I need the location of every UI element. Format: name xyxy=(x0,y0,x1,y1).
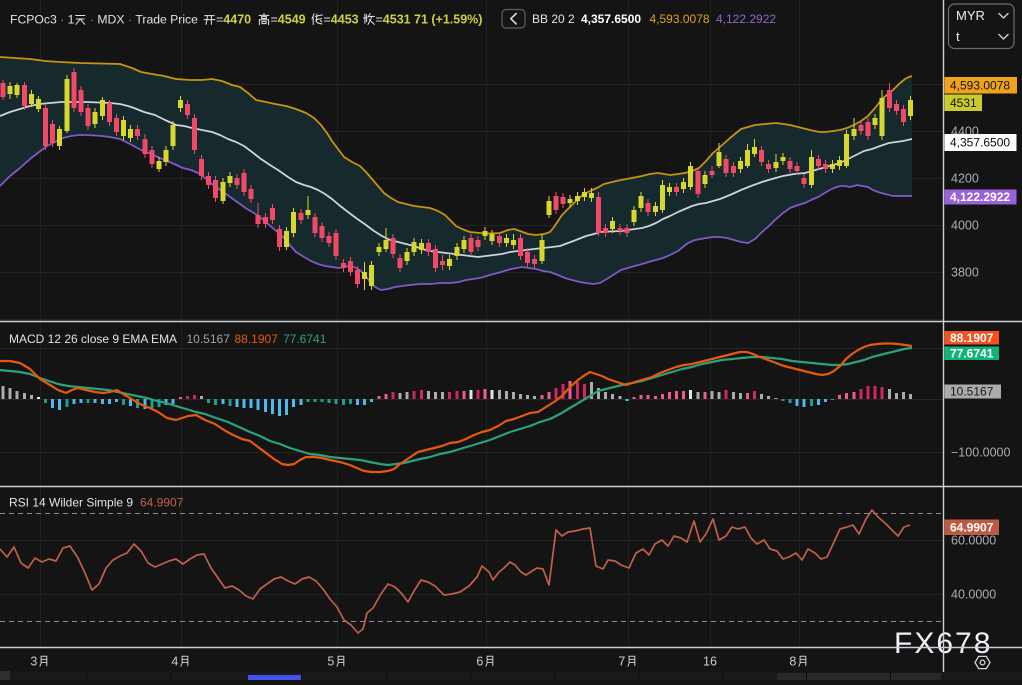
svg-text:88.1907: 88.1907 xyxy=(950,331,994,345)
svg-text:4,122.2922: 4,122.2922 xyxy=(950,190,1010,204)
svg-text:4470: 4470 xyxy=(223,12,251,26)
svg-text:7: 7 xyxy=(618,654,625,668)
svg-text:=: = xyxy=(216,12,223,26)
svg-text:6: 6 xyxy=(476,654,483,668)
svg-text:MYR: MYR xyxy=(956,8,985,23)
svg-text:4549: 4549 xyxy=(278,12,306,26)
svg-text:4200: 4200 xyxy=(951,171,979,185)
svg-text:71 (+1.59%): 71 (+1.59%) xyxy=(414,12,482,26)
svg-text:1: 1 xyxy=(68,12,75,26)
svg-text:4453: 4453 xyxy=(331,12,359,26)
svg-text:MDX: MDX xyxy=(97,12,124,26)
svg-text:BB 20 2: BB 20 2 xyxy=(532,12,575,26)
svg-text:40.0000: 40.0000 xyxy=(951,587,996,601)
svg-text:4531: 4531 xyxy=(383,12,411,26)
svg-text:10.5167: 10.5167 xyxy=(950,385,994,399)
svg-text:60.0000: 60.0000 xyxy=(951,533,996,547)
svg-text:FCPOc3: FCPOc3 xyxy=(10,12,57,26)
svg-text:77.6741: 77.6741 xyxy=(950,346,994,360)
svg-text:3800: 3800 xyxy=(951,265,979,279)
svg-text:·: · xyxy=(87,12,98,26)
svg-text:3: 3 xyxy=(30,654,37,668)
svg-text:=: = xyxy=(324,12,331,26)
svg-text:t: t xyxy=(956,29,960,44)
svg-text:4: 4 xyxy=(171,654,178,668)
svg-text:4531: 4531 xyxy=(950,96,977,110)
svg-text:=: = xyxy=(376,12,383,26)
svg-text:MACD 12 26 close 9 EMA EMA: MACD 12 26 close 9 EMA EMA xyxy=(9,332,177,346)
svg-text:·: · xyxy=(57,12,68,26)
svg-text:64.9907: 64.9907 xyxy=(140,496,184,510)
svg-text:4,122.2922: 4,122.2922 xyxy=(716,12,776,26)
svg-text:=: = xyxy=(271,12,278,26)
svg-text:−100.0000: −100.0000 xyxy=(951,445,1010,459)
svg-text:16: 16 xyxy=(703,654,717,668)
svg-text:64.9907: 64.9907 xyxy=(950,521,994,535)
svg-text:8: 8 xyxy=(789,654,796,668)
svg-text:77.6741: 77.6741 xyxy=(283,332,327,346)
svg-text:RSI 14 Wilder Simple 9: RSI 14 Wilder Simple 9 xyxy=(9,496,133,510)
svg-text:Trade Price: Trade Price xyxy=(135,12,198,26)
svg-text:10.5167: 10.5167 xyxy=(187,332,231,346)
svg-text:·: · xyxy=(125,12,136,26)
svg-text:4000: 4000 xyxy=(951,218,979,232)
svg-text:4,357.6500: 4,357.6500 xyxy=(950,136,1010,150)
svg-text:4,357.6500: 4,357.6500 xyxy=(581,12,641,26)
svg-text:88.1907: 88.1907 xyxy=(235,332,279,346)
svg-text:4,593.0078: 4,593.0078 xyxy=(950,79,1010,93)
svg-text:4,593.0078: 4,593.0078 xyxy=(650,12,710,26)
svg-text:5: 5 xyxy=(327,654,334,668)
